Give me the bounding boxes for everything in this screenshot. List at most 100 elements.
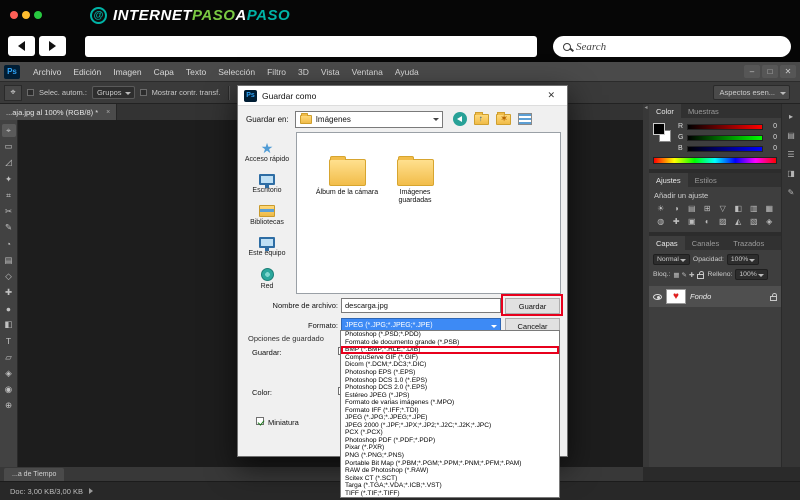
format-option[interactable]: Portable Bit Map (*.PBM;*.PGM;*.PPM;*.PN…	[341, 459, 559, 467]
format-option[interactable]: Photoshop DCS 2.0 (*.EPS)	[341, 384, 559, 392]
format-option[interactable]: Photoshop DCS 1.0 (*.EPS)	[341, 376, 559, 384]
panel-rail-icon[interactable]: ▤	[787, 131, 795, 140]
channel-value[interactable]: 0	[767, 145, 777, 152]
tool-icon[interactable]: ⌗	[2, 189, 16, 202]
menu-item[interactable]: Ventana	[346, 62, 389, 82]
adjustment-icon[interactable]: ✚	[669, 217, 685, 226]
layer-visibility-icon[interactable]	[653, 293, 662, 300]
tool-icon[interactable]: ◧	[2, 318, 16, 331]
thumbnail-checkbox[interactable]	[256, 417, 264, 425]
timeline-tab[interactable]: ...a de Tiempo	[4, 468, 65, 481]
tab-canales[interactable]: Canales	[685, 236, 727, 250]
menu-item[interactable]: Selección	[212, 62, 261, 82]
address-bar[interactable]	[85, 36, 537, 57]
tool-icon[interactable]: ✚	[2, 286, 16, 299]
opacity-dropdown[interactable]: 100%	[726, 254, 760, 265]
adjustment-icon[interactable]: ▦	[762, 204, 778, 213]
document-tab[interactable]: ...aja.jpg al 100% (RGB/8) * ×	[0, 104, 118, 120]
tool-icon[interactable]: ✦	[2, 173, 16, 186]
tool-icon[interactable]: ⌖	[1, 124, 16, 137]
tab-ajustes[interactable]: Ajustes	[649, 173, 688, 187]
dialog-close-icon[interactable]: ✕	[541, 90, 561, 101]
menu-item[interactable]: Imagen	[107, 62, 147, 82]
adjustment-icon[interactable]: ☀	[653, 204, 669, 213]
menu-item[interactable]: Texto	[180, 62, 212, 82]
format-option[interactable]: BMP (*.BMP;*.RLE;*.DIB)	[341, 346, 559, 354]
close-icon[interactable]: ✕	[780, 65, 796, 78]
tool-icon[interactable]: ✎	[2, 221, 16, 234]
tool-icon[interactable]: T	[2, 334, 16, 347]
tab-muestras[interactable]: Muestras	[681, 104, 726, 118]
back-folder-icon[interactable]	[452, 112, 467, 126]
format-option[interactable]: Formato de documento grande (*.PSB)	[341, 339, 559, 347]
maximize-dot-icon[interactable]	[34, 11, 42, 19]
sidebar-item-network[interactable]: Red	[238, 268, 296, 290]
adjustment-icon[interactable]: ▽	[715, 204, 731, 213]
format-option[interactable]: RAW de Photoshop (*.RAW)	[341, 467, 559, 475]
format-option[interactable]: JPEG (*.JPG;*.JPEG;*.JPE)	[341, 414, 559, 422]
format-option[interactable]: Scitex CT (*.SCT)	[341, 474, 559, 482]
format-option[interactable]: Dicom (*.DCM;*.DC3;*.DIC)	[341, 361, 559, 369]
tool-icon[interactable]: ▤	[2, 254, 16, 267]
tool-icon[interactable]: ◇	[2, 270, 16, 283]
foreground-color-swatch[interactable]	[653, 123, 665, 135]
status-caret-icon[interactable]	[88, 488, 96, 494]
panel-rail-icon[interactable]: ✎	[788, 188, 795, 197]
sidebar-item-libraries[interactable]: Bibliotecas	[238, 205, 296, 226]
up-one-level-icon[interactable]	[473, 111, 489, 125]
channel-slider[interactable]	[687, 134, 763, 141]
adjustment-icon[interactable]: ▨	[715, 217, 731, 226]
adjustment-icon[interactable]: ◑	[669, 204, 685, 213]
menu-item[interactable]: 3D	[292, 62, 315, 82]
auto-select-target-dropdown[interactable]: Grupos	[91, 86, 135, 99]
sidebar-item-this-pc[interactable]: Este equipo	[238, 237, 296, 257]
adjustment-icon[interactable]: ▥	[746, 204, 762, 213]
layer-row-fondo[interactable]: ♥ Fondo	[649, 286, 781, 307]
panel-rail-icon[interactable]: ☰	[787, 150, 794, 159]
format-option[interactable]: Formato de varias imágenes (*.MPO)	[341, 399, 559, 407]
panel-rail-icon[interactable]: ▸	[789, 112, 793, 121]
tab-close-icon[interactable]: ×	[106, 109, 110, 116]
format-option[interactable]: Photoshop (*.PSD;*.PDD)	[341, 331, 559, 339]
adjustment-icon[interactable]: ⊞	[700, 204, 716, 213]
adjustment-icon[interactable]: ▧	[746, 217, 762, 226]
menu-item[interactable]: Capa	[148, 62, 180, 82]
active-tool-icon[interactable]: ⌖	[4, 84, 22, 101]
tool-icon[interactable]: ●	[2, 302, 16, 315]
menu-item[interactable]: Ayuda	[389, 62, 425, 82]
menu-item[interactable]: Vista	[315, 62, 346, 82]
tool-icon[interactable]: ◿	[2, 156, 16, 169]
panel-rail-icon[interactable]: ◨	[787, 169, 795, 178]
tab-estilos[interactable]: Estilos	[688, 173, 724, 187]
folder-item[interactable]: Álbum de la cámara	[315, 156, 379, 197]
channel-value[interactable]: 0	[767, 134, 777, 141]
color-swatches[interactable]	[653, 123, 673, 145]
adjustment-icon[interactable]: ▣	[684, 217, 700, 226]
minimize-dot-icon[interactable]	[22, 11, 30, 19]
file-list[interactable]: Álbum de la cámara Imágenes guardadas	[296, 132, 561, 294]
lock-option-icon[interactable]: ✎	[682, 271, 687, 279]
sidebar-item-desktop[interactable]: Escritorio	[238, 174, 296, 194]
tool-icon[interactable]: ▱	[2, 351, 16, 364]
auto-select-checkbox[interactable]	[27, 89, 34, 96]
format-option[interactable]: Photoshop PDF (*.PDF;*.PDP)	[341, 437, 559, 445]
lock-option-icon[interactable]: ▦	[673, 271, 679, 279]
close-dot-icon[interactable]	[10, 11, 18, 19]
tool-icon[interactable]: ◈	[2, 367, 16, 380]
save-in-dropdown[interactable]: Imágenes	[294, 110, 443, 128]
minimize-icon[interactable]: –	[744, 65, 760, 78]
new-folder-icon[interactable]	[495, 111, 511, 125]
fill-dropdown[interactable]: 100%	[735, 269, 768, 280]
tool-icon[interactable]: ▭	[2, 140, 16, 153]
tab-color[interactable]: Color	[649, 104, 681, 118]
show-transform-checkbox[interactable]	[139, 89, 147, 96]
lock-all-icon[interactable]	[697, 270, 705, 279]
view-menu-icon[interactable]	[517, 113, 532, 125]
menu-item[interactable]: Edición	[67, 62, 107, 82]
channel-value[interactable]: 0	[767, 123, 777, 130]
blend-mode-dropdown[interactable]: Normal	[653, 254, 690, 265]
format-option[interactable]: Estéreo JPEG (*.JPS)	[341, 391, 559, 399]
adjustment-icon[interactable]: ◐	[700, 217, 716, 226]
channel-slider[interactable]	[687, 123, 763, 130]
format-option[interactable]: Targa (*.TGA;*.VDA;*.ICB;*.VST)	[341, 482, 559, 490]
